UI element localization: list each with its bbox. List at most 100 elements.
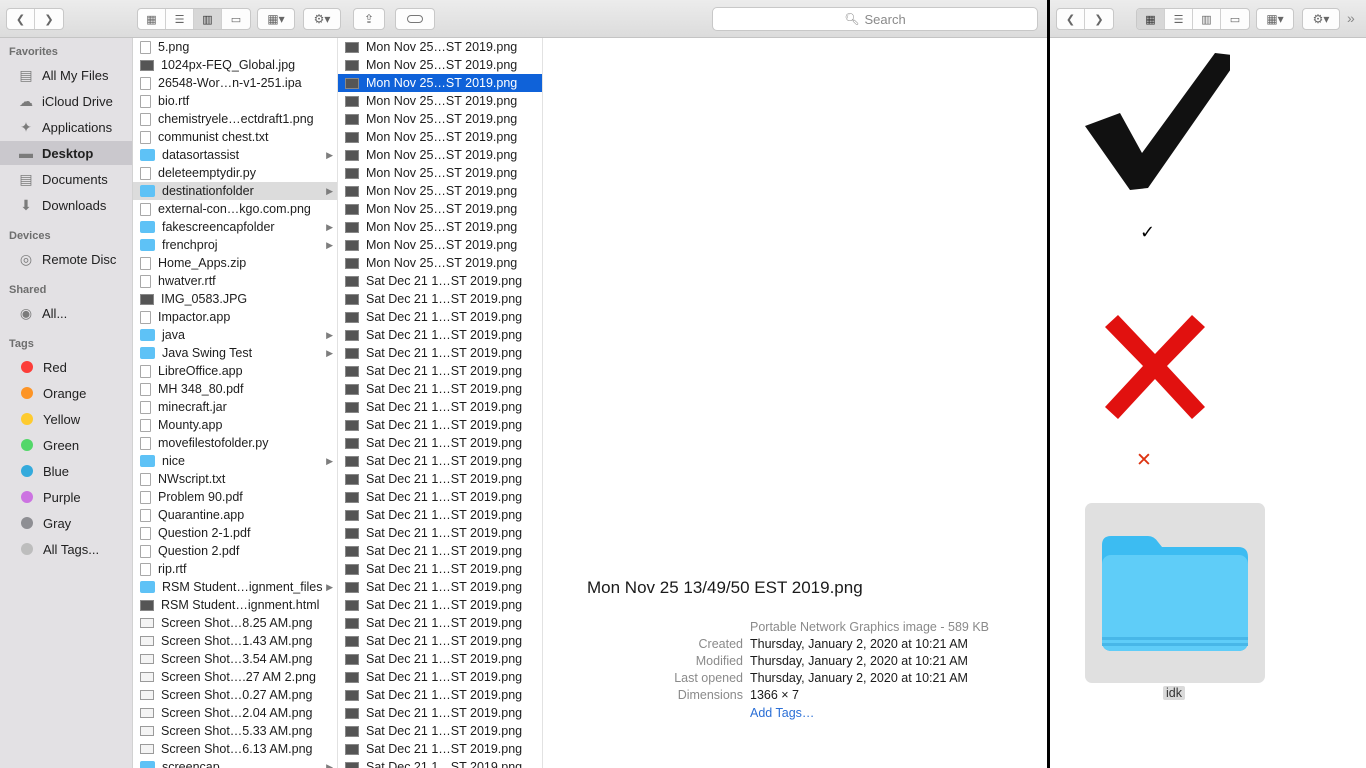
file-row[interactable]: Sat Dec 21 1…ST 2019.png bbox=[338, 344, 542, 362]
file-row[interactable]: Mon Nov 25…ST 2019.png bbox=[338, 38, 542, 56]
sidebar-item-green[interactable]: Green bbox=[0, 433, 132, 457]
checkmark-image-icon[interactable] bbox=[1080, 48, 1230, 198]
sidebar-item-yellow[interactable]: Yellow bbox=[0, 407, 132, 431]
file-row[interactable]: Screen Shot…5.33 AM.png bbox=[133, 722, 337, 740]
file-row[interactable]: Question 2.pdf bbox=[133, 542, 337, 560]
file-row[interactable]: deleteemptydir.py bbox=[133, 164, 337, 182]
folder-row[interactable]: destinationfolder ▶ bbox=[133, 182, 337, 200]
file-row[interactable]: movefilestofolder.py bbox=[133, 434, 337, 452]
file-row[interactable]: LibreOffice.app bbox=[133, 362, 337, 380]
file-row[interactable]: 5.png bbox=[133, 38, 337, 56]
action-button[interactable]: ⚙▾ bbox=[303, 8, 341, 30]
file-row[interactable]: chemistryele…ectdraft1.png bbox=[133, 110, 337, 128]
file-row[interactable]: Sat Dec 21 1…ST 2019.png bbox=[338, 326, 542, 344]
sidebar-item-icloud-drive[interactable]: ☁ iCloud Drive bbox=[0, 89, 132, 113]
file-row[interactable]: Sat Dec 21 1…ST 2019.png bbox=[338, 452, 542, 470]
file-row[interactable]: Problem 90.pdf bbox=[133, 488, 337, 506]
file-row[interactable]: NWscript.txt bbox=[133, 470, 337, 488]
folder-row[interactable]: Java Swing Test ▶ bbox=[133, 344, 337, 362]
column-view-button[interactable]: ▥ bbox=[194, 9, 222, 29]
file-row[interactable]: Sat Dec 21 1…ST 2019.png bbox=[338, 758, 542, 768]
file-row[interactable]: Sat Dec 21 1…ST 2019.png bbox=[338, 578, 542, 596]
file-row[interactable]: Sat Dec 21 1…ST 2019.png bbox=[338, 650, 542, 668]
sidebar-item-downloads[interactable]: ⬇ Downloads bbox=[0, 193, 132, 217]
file-row[interactable]: Impactor.app bbox=[133, 308, 337, 326]
file-row[interactable]: Sat Dec 21 1…ST 2019.png bbox=[338, 704, 542, 722]
file-row[interactable]: Mon Nov 25…ST 2019.png bbox=[338, 128, 542, 146]
folder-row[interactable]: RSM Student…ignment_files ▶ bbox=[133, 578, 337, 596]
file-row[interactable]: Screen Shot…2.04 AM.png bbox=[133, 704, 337, 722]
file-row[interactable]: Question 2-1.pdf bbox=[133, 524, 337, 542]
add-tags-link[interactable]: Add Tags… bbox=[750, 706, 814, 720]
icon-view-button[interactable]: ▦ bbox=[138, 9, 166, 29]
icon-view-button[interactable]: ▦ bbox=[1137, 9, 1165, 29]
sidebar-item-red[interactable]: Red bbox=[0, 355, 132, 379]
file-row[interactable]: Sat Dec 21 1…ST 2019.png bbox=[338, 380, 542, 398]
file-row[interactable]: RSM Student…ignment.html bbox=[133, 596, 337, 614]
file-row[interactable]: Screen Shot…8.25 AM.png bbox=[133, 614, 337, 632]
sidebar-item-documents[interactable]: ▤ Documents bbox=[0, 167, 132, 191]
folder-row[interactable]: frenchproj ▶ bbox=[133, 236, 337, 254]
file-row[interactable]: Sat Dec 21 1…ST 2019.png bbox=[338, 686, 542, 704]
file-row[interactable]: Sat Dec 21 1…ST 2019.png bbox=[338, 596, 542, 614]
file-row[interactable]: Sat Dec 21 1…ST 2019.png bbox=[338, 290, 542, 308]
x-mark-image-icon[interactable] bbox=[1100, 312, 1210, 422]
folder-label[interactable]: idk bbox=[1163, 686, 1185, 700]
forward-button[interactable]: ❯ bbox=[1085, 9, 1113, 29]
action-button[interactable]: ⚙▾ bbox=[1302, 8, 1340, 30]
back-button[interactable]: ❮ bbox=[7, 9, 35, 29]
file-row[interactable]: Mon Nov 25…ST 2019.png bbox=[338, 164, 542, 182]
sidebar-item-applications[interactable]: ✦ Applications bbox=[0, 115, 132, 139]
folder-row[interactable]: nice ▶ bbox=[133, 452, 337, 470]
file-row[interactable]: Screen Shot…3.54 AM.png bbox=[133, 650, 337, 668]
file-row[interactable]: Quarantine.app bbox=[133, 506, 337, 524]
file-row[interactable]: MH 348_80.pdf bbox=[133, 380, 337, 398]
file-row[interactable]: Screen Shot…0.27 AM.png bbox=[133, 686, 337, 704]
checkmark-thumbnail-icon[interactable]: ✓ bbox=[1140, 222, 1155, 243]
file-row[interactable]: Sat Dec 21 1…ST 2019.png bbox=[338, 308, 542, 326]
sidebar-item-all[interactable]: ◉ All... bbox=[0, 301, 132, 325]
tags-button[interactable] bbox=[395, 8, 435, 30]
file-row[interactable]: Mon Nov 25…ST 2019.png bbox=[338, 74, 542, 92]
list-view-button[interactable]: ☰ bbox=[1165, 9, 1193, 29]
file-row[interactable]: Sat Dec 21 1…ST 2019.png bbox=[338, 614, 542, 632]
forward-button[interactable]: ❯ bbox=[35, 9, 63, 29]
file-row[interactable]: Sat Dec 21 1…ST 2019.png bbox=[338, 506, 542, 524]
file-row[interactable]: Screen Shot…1.43 AM.png bbox=[133, 632, 337, 650]
sidebar-item-desktop[interactable]: ▬ Desktop bbox=[0, 141, 132, 165]
file-row[interactable]: Sat Dec 21 1…ST 2019.png bbox=[338, 668, 542, 686]
sidebar-item-orange[interactable]: Orange bbox=[0, 381, 132, 405]
file-row[interactable]: bio.rtf bbox=[133, 92, 337, 110]
x-mark-thumbnail-icon[interactable]: ✕ bbox=[1136, 449, 1152, 472]
file-row[interactable]: Sat Dec 21 1…ST 2019.png bbox=[338, 524, 542, 542]
folder-row[interactable]: screencap ▶ bbox=[133, 758, 337, 768]
file-row[interactable]: Sat Dec 21 1…ST 2019.png bbox=[338, 722, 542, 740]
file-row[interactable]: Sat Dec 21 1…ST 2019.png bbox=[338, 542, 542, 560]
share-button[interactable]: ⇪ bbox=[353, 8, 385, 30]
file-row[interactable]: rip.rtf bbox=[133, 560, 337, 578]
file-row[interactable]: Mon Nov 25…ST 2019.png bbox=[338, 92, 542, 110]
file-row[interactable]: Mon Nov 25…ST 2019.png bbox=[338, 182, 542, 200]
file-row[interactable]: Sat Dec 21 1…ST 2019.png bbox=[338, 740, 542, 758]
file-row[interactable]: Sat Dec 21 1…ST 2019.png bbox=[338, 632, 542, 650]
file-row[interactable]: Sat Dec 21 1…ST 2019.png bbox=[338, 560, 542, 578]
gallery-view-button[interactable]: ▭ bbox=[222, 9, 250, 29]
file-row[interactable]: minecraft.jar bbox=[133, 398, 337, 416]
file-row[interactable]: Mon Nov 25…ST 2019.png bbox=[338, 254, 542, 272]
file-row[interactable]: 26548-Wor…n-v1-251.ipa bbox=[133, 74, 337, 92]
file-row[interactable]: Sat Dec 21 1…ST 2019.png bbox=[338, 488, 542, 506]
file-row[interactable]: Screen Shot….27 AM 2.png bbox=[133, 668, 337, 686]
sidebar-item-purple[interactable]: Purple bbox=[0, 485, 132, 509]
sidebar-item-remote-disc[interactable]: ◎ Remote Disc bbox=[0, 247, 132, 271]
folder-row[interactable]: java ▶ bbox=[133, 326, 337, 344]
file-row[interactable]: Home_Apps.zip bbox=[133, 254, 337, 272]
file-row[interactable]: Sat Dec 21 1…ST 2019.png bbox=[338, 434, 542, 452]
file-row[interactable]: external-con…kgo.com.png bbox=[133, 200, 337, 218]
file-row[interactable]: Mon Nov 25…ST 2019.png bbox=[338, 56, 542, 74]
file-row[interactable]: Mon Nov 25…ST 2019.png bbox=[338, 236, 542, 254]
file-row[interactable]: Mon Nov 25…ST 2019.png bbox=[338, 146, 542, 164]
file-row[interactable]: Screen Shot…6.13 AM.png bbox=[133, 740, 337, 758]
file-row[interactable]: Sat Dec 21 1…ST 2019.png bbox=[338, 398, 542, 416]
file-row[interactable]: Sat Dec 21 1…ST 2019.png bbox=[338, 272, 542, 290]
sidebar-item-all-my-files[interactable]: ▤ All My Files bbox=[0, 63, 132, 87]
